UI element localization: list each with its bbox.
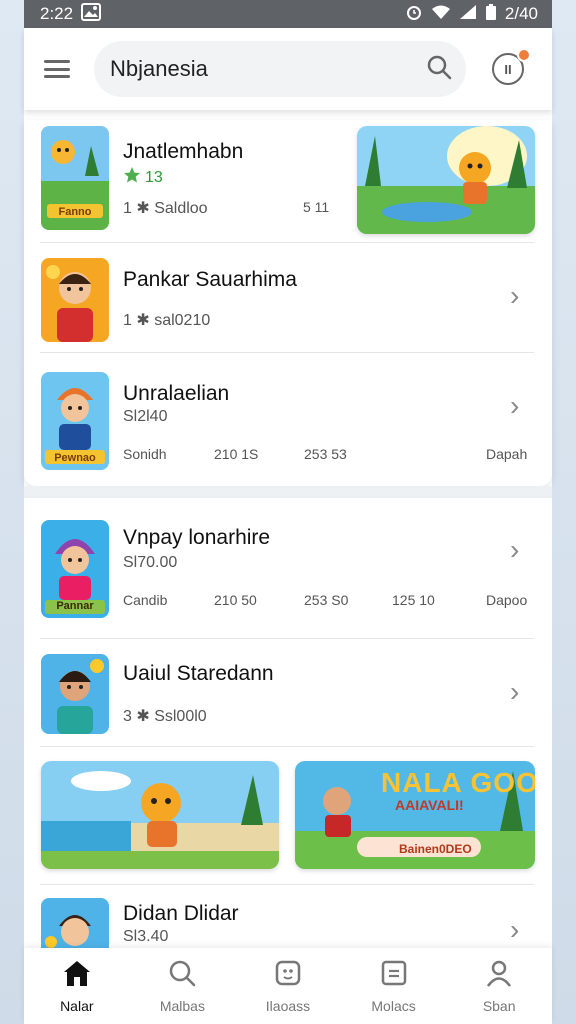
list-item[interactable]: Pewnao Unralaelian Sl2l40 Sonidh 210 1S …	[24, 372, 552, 472]
nav-label: Sban	[482, 997, 516, 1014]
item-price: Sl2l40	[123, 408, 168, 425]
list-divider	[40, 352, 534, 353]
alarm-icon	[405, 3, 423, 26]
nav-games[interactable]: Ilaoass	[238, 959, 338, 1014]
chevron-right-icon[interactable]: ›	[510, 392, 519, 420]
promo-button[interactable]: Bainen0DEO	[399, 842, 472, 856]
section-gap	[24, 486, 552, 498]
chevron-right-icon[interactable]: ›	[510, 282, 519, 310]
list-divider	[40, 638, 534, 639]
list-item[interactable]: Fanno Jnatlemhabn 13 1 ✱ Saldloo 5 11	[24, 126, 552, 238]
search-input[interactable]: Nbjanesia	[110, 56, 208, 82]
thumb-label: Pannar	[56, 600, 94, 612]
search-icon[interactable]	[426, 54, 452, 85]
item-meta: Dapoo	[486, 592, 528, 608]
bottom-navigation: Nalar Malbas Ilaoass Molacs Sban	[24, 948, 552, 1024]
nav-label: Malbas	[159, 997, 205, 1014]
item-rating: 13	[123, 166, 163, 189]
game-banner-image[interactable]	[357, 126, 535, 234]
list-divider	[40, 746, 534, 747]
app-screen: Nbjanesia II Fanno Jnatlemhabn 13 1 ✱ Sa…	[24, 28, 552, 1024]
status-bar: 2:22 2/40	[24, 0, 552, 28]
status-time: 2:22	[40, 4, 74, 23]
item-meta: 253 S0	[304, 592, 349, 608]
item-subtitle: 3 ✱ Ssl00l0	[123, 708, 207, 725]
item-subtitle: 1 ✱ sal0210	[123, 312, 211, 329]
hamburger-icon[interactable]	[42, 57, 72, 81]
item-meta: 253 53	[304, 446, 347, 462]
game-banner-image[interactable]	[41, 761, 279, 869]
promo-title: NALA GOO!	[381, 767, 535, 798]
list-divider	[40, 242, 534, 243]
search-icon	[168, 959, 196, 992]
thumb-label: Pewnao	[54, 452, 96, 464]
star-icon	[123, 166, 141, 189]
item-title: Vnpay lonarhire	[123, 526, 271, 549]
nav-label: Nalar	[60, 997, 94, 1014]
app-bar: Nbjanesia II	[24, 28, 552, 110]
item-meta: Candib	[123, 592, 168, 608]
nav-search[interactable]: Malbas	[132, 959, 232, 1014]
item-title: Uaiul Staredann	[123, 662, 274, 685]
list-item[interactable]: Didan Dlidar Sl3.40 ›	[24, 896, 552, 948]
nav-home[interactable]: Nalar	[27, 959, 127, 1014]
item-meta: 5 11	[303, 199, 330, 215]
chevron-right-icon[interactable]: ›	[510, 916, 519, 944]
status-right-text: 2/40	[504, 4, 538, 23]
promo-subtitle: AAIAVALI!	[395, 797, 464, 813]
item-meta: 210 1S	[214, 446, 259, 462]
nav-list[interactable]: Molacs	[344, 959, 444, 1014]
item-price: Sl70.00	[123, 554, 178, 571]
item-price: Sl3.40	[123, 928, 169, 945]
wifi-icon	[431, 4, 451, 25]
gallery-icon	[81, 2, 102, 26]
item-meta: 125 10	[392, 592, 435, 608]
item-title: Unralaelian	[123, 382, 230, 405]
nav-profile[interactable]: Sban	[449, 959, 549, 1014]
signal-icon	[459, 4, 477, 25]
app-thumbnail	[41, 654, 109, 734]
game-icon	[274, 959, 302, 992]
app-thumbnail	[41, 258, 109, 342]
nav-label: Ilaoass	[265, 997, 311, 1014]
list-item[interactable]: Pankar Sauarhima 1 ✱ sal0210 ›	[24, 256, 552, 342]
item-meta: Sonidh	[123, 446, 167, 462]
profile-icon	[485, 959, 513, 992]
promo-banner[interactable]: NALA GOO! AAIAVALI! Bainen0DEO	[295, 761, 535, 869]
notification-button[interactable]: II	[492, 48, 531, 85]
chevron-right-icon[interactable]: ›	[510, 536, 519, 564]
nav-label: Molacs	[371, 997, 416, 1014]
app-thumbnail	[41, 898, 109, 948]
thumb-label: Fanno	[58, 206, 92, 218]
rating-value: 13	[145, 168, 163, 186]
item-title: Jnatlemhabn	[123, 140, 244, 163]
battery-icon	[485, 3, 497, 26]
item-subtitle: 1 ✱ Saldloo	[123, 200, 208, 217]
pause-bell-icon: II	[504, 61, 512, 77]
item-meta: Dapah	[486, 446, 528, 462]
notification-dot	[517, 48, 531, 62]
list-divider	[40, 884, 534, 885]
list-item[interactable]: Pannar Vnpay lonarhire Sl70.00 Candib 21…	[24, 518, 552, 618]
item-title: Didan Dlidar	[123, 902, 239, 925]
search-bar[interactable]: Nbjanesia	[94, 41, 466, 97]
home-icon	[62, 959, 92, 992]
list-item[interactable]: Uaiul Staredann 3 ✱ Ssl00l0 ›	[24, 654, 552, 738]
item-title: Pankar Sauarhima	[123, 268, 297, 291]
list-icon	[380, 959, 408, 992]
chevron-right-icon[interactable]: ›	[510, 678, 519, 706]
item-meta: 210 50	[214, 592, 257, 608]
